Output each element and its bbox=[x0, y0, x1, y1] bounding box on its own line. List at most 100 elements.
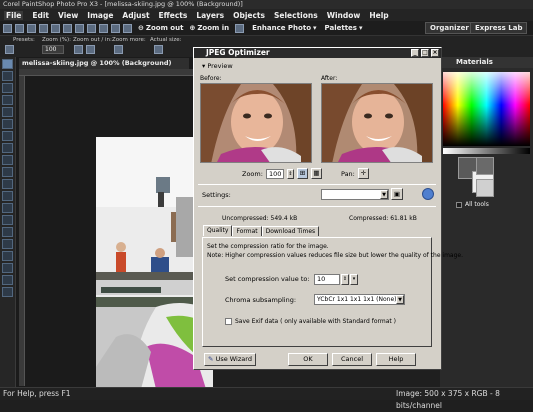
grayscale-swatch-bar[interactable] bbox=[443, 148, 530, 154]
chevron-down-icon[interactable]: ▼ bbox=[380, 190, 388, 199]
close-icon[interactable]: × bbox=[431, 49, 439, 57]
undo-icon[interactable] bbox=[51, 23, 60, 33]
chroma-subsampling-dropdown[interactable]: YCbCr 1x1 1x1 1x1 (None) ▼ bbox=[314, 294, 405, 305]
dropper-tool-icon[interactable] bbox=[2, 95, 13, 105]
menu-view[interactable]: View bbox=[58, 11, 78, 20]
crop-tool-icon[interactable] bbox=[2, 107, 13, 117]
zoom-in-small-icon[interactable] bbox=[86, 45, 95, 54]
pen-tool-icon[interactable] bbox=[2, 275, 13, 285]
chroma-label: Chroma subsampling: bbox=[225, 296, 297, 304]
clone-brush-icon[interactable] bbox=[2, 155, 13, 165]
pan-icon[interactable]: ✛ bbox=[357, 168, 369, 179]
preview-toggle[interactable]: ▾ Preview bbox=[202, 62, 233, 70]
menu-effects[interactable]: Effects bbox=[159, 11, 188, 20]
paint-brush-icon[interactable] bbox=[2, 167, 13, 177]
settings-divider bbox=[198, 206, 436, 207]
document-tab[interactable]: melissa-skiing.jpg @ 100% (Background) bbox=[19, 58, 189, 69]
text-tool-icon[interactable] bbox=[2, 251, 13, 261]
zoom-percent-label: Zoom (%): bbox=[42, 37, 71, 43]
paste-icon[interactable] bbox=[99, 23, 108, 33]
lighten-darken-icon[interactable] bbox=[2, 191, 13, 201]
save-exif-checkbox[interactable] bbox=[225, 318, 232, 325]
palettes-button[interactable]: Palettes ▾ bbox=[325, 24, 363, 32]
preview-divider bbox=[198, 184, 436, 185]
color-replacer-icon[interactable] bbox=[2, 227, 13, 237]
tab-quality[interactable]: Quality bbox=[203, 225, 233, 236]
crop-icon[interactable] bbox=[111, 23, 120, 33]
zoom-percent-field[interactable]: 100 bbox=[42, 45, 64, 54]
save-icon[interactable] bbox=[27, 23, 36, 33]
menu-edit[interactable]: Edit bbox=[32, 11, 49, 20]
menu-help[interactable]: Help bbox=[369, 11, 388, 20]
pan-tool-icon[interactable] bbox=[2, 59, 13, 69]
wizard-icon: ✎ bbox=[208, 355, 214, 363]
zoom-label: Zoom: bbox=[242, 169, 263, 178]
menu-layers[interactable]: Layers bbox=[196, 11, 224, 20]
new-file-icon[interactable] bbox=[3, 23, 12, 33]
menu-image[interactable]: Image bbox=[87, 11, 113, 20]
eraser-icon[interactable] bbox=[2, 203, 13, 213]
all-tools-checkbox[interactable] bbox=[456, 202, 462, 208]
express-lab-button[interactable]: Express Lab bbox=[470, 22, 528, 34]
organizer-button[interactable]: Organizer bbox=[425, 22, 474, 34]
minimize-icon[interactable]: _ bbox=[411, 49, 419, 57]
red-eye-tool-icon[interactable] bbox=[2, 131, 13, 141]
copy-icon[interactable] bbox=[87, 23, 96, 33]
dialog-tabs: Quality Format Download Times bbox=[203, 225, 320, 236]
zoom-actual-icon[interactable]: ▦ bbox=[310, 168, 322, 179]
compression-slider-icon[interactable]: ▾ bbox=[350, 274, 358, 285]
airbrush-icon[interactable] bbox=[2, 179, 13, 189]
fill-style-swatch[interactable] bbox=[476, 179, 494, 197]
menu-window[interactable]: Window bbox=[327, 11, 361, 20]
compression-value-field[interactable]: 10 bbox=[314, 274, 340, 285]
view-options-icon[interactable] bbox=[235, 23, 245, 33]
tab-format[interactable]: Format bbox=[232, 226, 262, 236]
resize-icon[interactable] bbox=[123, 23, 132, 33]
app-title: Corel PaintShop Photo Pro X3 - [melissa-… bbox=[3, 0, 243, 8]
enhance-photo-button[interactable]: Enhance Photo ▾ bbox=[252, 24, 316, 32]
zoom-fit-icon[interactable]: ⊞ bbox=[296, 168, 308, 179]
zoom-more-icon[interactable] bbox=[114, 45, 123, 54]
zoom-field[interactable]: 100 bbox=[265, 168, 284, 179]
stroke-style-swatch[interactable] bbox=[476, 157, 494, 175]
open-file-icon[interactable] bbox=[15, 23, 24, 33]
zoom-spinner-icon[interactable]: ⇕ bbox=[286, 168, 294, 179]
actual-size-icon[interactable] bbox=[154, 45, 163, 54]
print-icon[interactable] bbox=[39, 23, 48, 33]
menu-adjust[interactable]: Adjust bbox=[122, 11, 149, 20]
picture-tube-icon[interactable] bbox=[2, 215, 13, 225]
ok-button[interactable]: OK bbox=[288, 353, 328, 366]
redo-icon[interactable] bbox=[63, 23, 72, 33]
dialog-title-bar: JPEG Optimizer _ □ × bbox=[194, 48, 441, 58]
reset-icon[interactable] bbox=[422, 188, 434, 200]
save-preset-icon[interactable]: ▣ bbox=[391, 188, 403, 200]
menu-selections[interactable]: Selections bbox=[274, 11, 318, 20]
color-spectrum-picker[interactable] bbox=[443, 72, 530, 146]
zoom-out-button[interactable]: ⊖ Zoom out bbox=[138, 24, 183, 32]
help-button[interactable]: Help bbox=[376, 353, 416, 366]
menu-objects[interactable]: Objects bbox=[233, 11, 265, 20]
maximize-icon[interactable]: □ bbox=[421, 49, 429, 57]
tab-download-times[interactable]: Download Times bbox=[261, 226, 320, 236]
flood-fill-icon[interactable] bbox=[2, 239, 13, 249]
pick-tool-icon[interactable] bbox=[2, 71, 13, 81]
chevron-down-icon[interactable]: ▼ bbox=[396, 295, 404, 304]
compression-spinner-icon[interactable]: ⇕ bbox=[341, 274, 349, 285]
cut-icon[interactable] bbox=[75, 23, 84, 33]
use-wizard-button[interactable]: ✎ Use Wizard bbox=[204, 353, 256, 366]
after-preview[interactable] bbox=[321, 83, 433, 163]
makeover-tool-icon[interactable] bbox=[2, 143, 13, 153]
tools-toolbar bbox=[0, 57, 16, 387]
app-title-bar: Corel PaintShop Photo Pro X3 - [melissa-… bbox=[0, 0, 533, 9]
straighten-tool-icon[interactable] bbox=[2, 119, 13, 129]
warp-brush-icon[interactable] bbox=[2, 287, 13, 297]
zoom-out-small-icon[interactable] bbox=[74, 45, 83, 54]
before-preview[interactable] bbox=[200, 83, 312, 163]
cancel-button[interactable]: Cancel bbox=[332, 353, 372, 366]
menu-file[interactable]: File bbox=[4, 10, 24, 20]
zoom-in-button[interactable]: ⊕ Zoom in bbox=[189, 24, 229, 32]
settings-preset-dropdown[interactable]: ▼ bbox=[321, 189, 389, 200]
shape-tool-icon[interactable] bbox=[2, 263, 13, 273]
selection-tool-icon[interactable] bbox=[2, 83, 13, 93]
compressed-size: Compressed: 61.81 kB bbox=[349, 215, 417, 222]
